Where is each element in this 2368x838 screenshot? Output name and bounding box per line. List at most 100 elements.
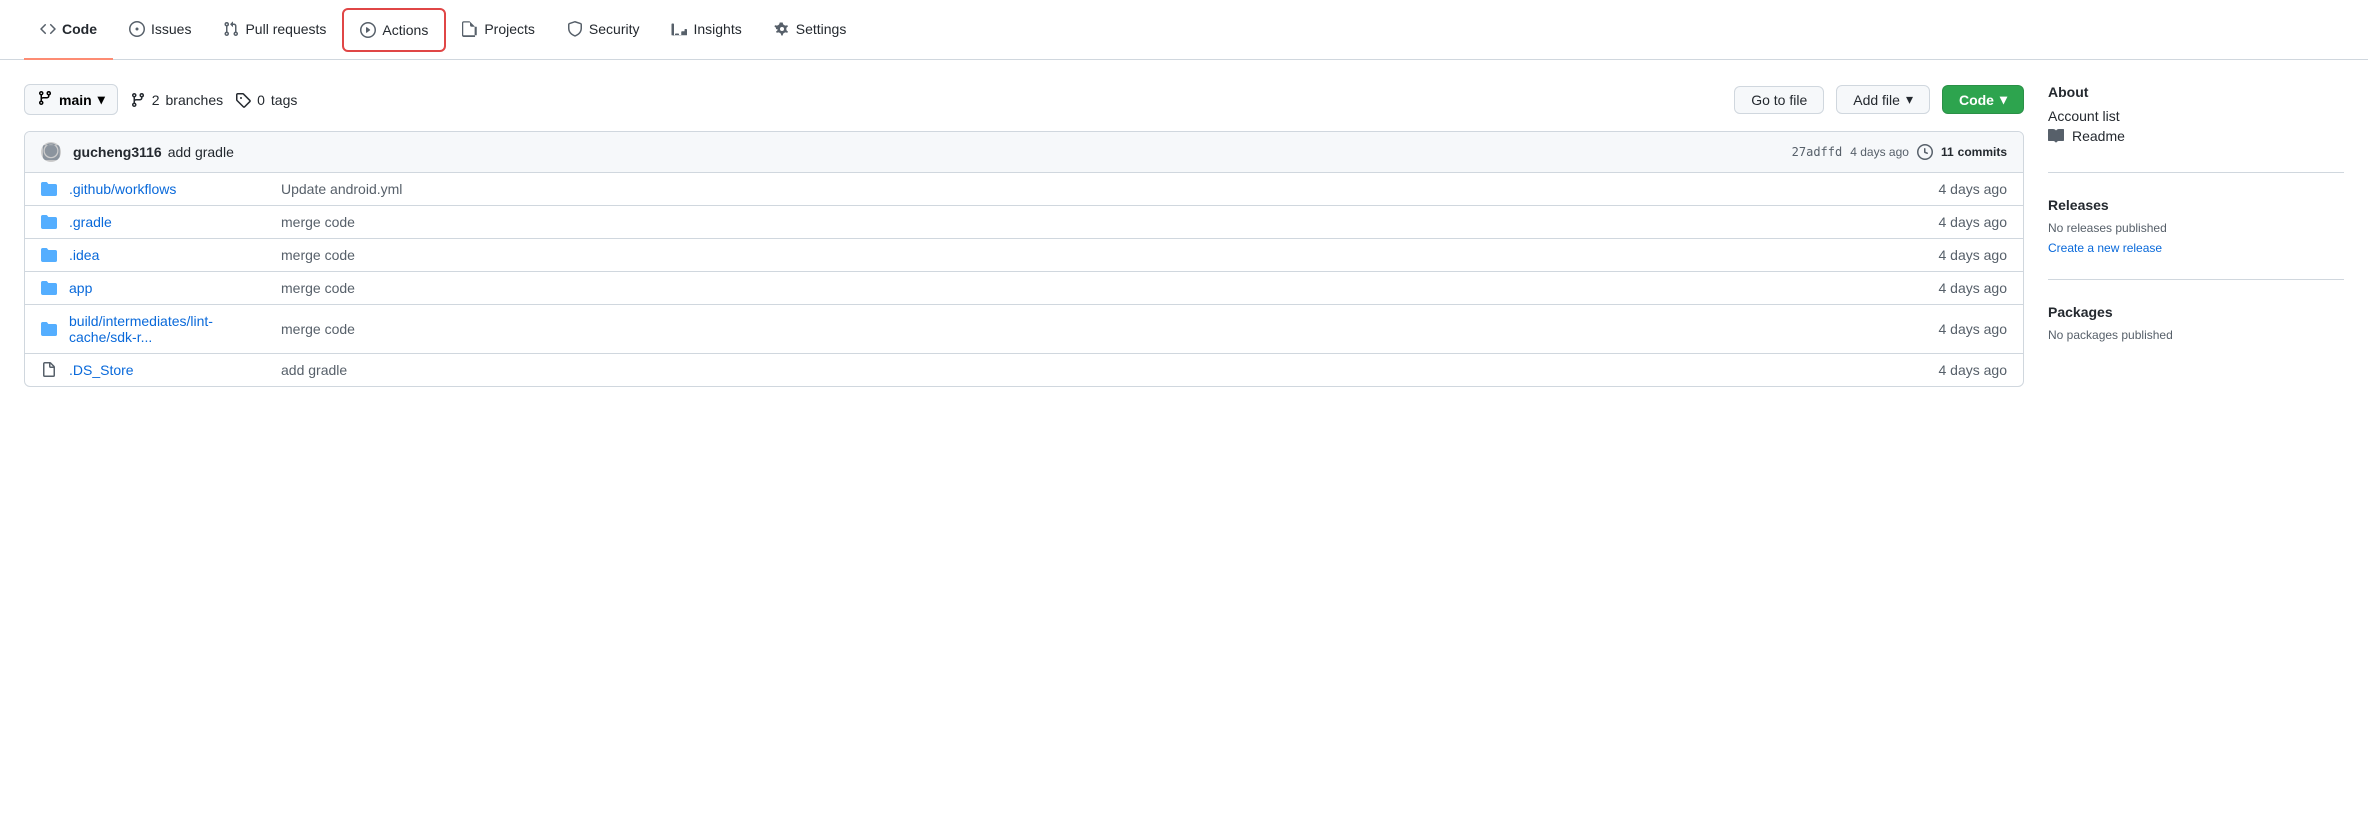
branch-chevron-icon: ▾ [98, 91, 105, 108]
no-packages-text: No packages published [2048, 328, 2344, 342]
nav-item-settings[interactable]: Settings [758, 0, 863, 60]
file-name[interactable]: app [69, 280, 269, 296]
branch-name: main [59, 92, 92, 108]
code-chevron-icon: ▾ [2000, 91, 2007, 108]
nav-item-insights[interactable]: Insights [655, 0, 757, 60]
projects-icon [462, 21, 478, 37]
file-name[interactable]: .github/workflows [69, 181, 269, 197]
nav-label-code: Code [62, 21, 97, 37]
sidebar-releases-section: Releases No releases published Create a … [2048, 197, 2344, 280]
commits-label: commits [1958, 145, 2007, 159]
branches-label: branches [166, 92, 224, 108]
pull-request-icon [223, 21, 239, 37]
insights-icon [671, 21, 687, 37]
table-row: .DS_Store add gradle 4 days ago [25, 354, 2023, 386]
file-rows: .github/workflows Update android.yml 4 day… [25, 173, 2023, 386]
add-file-button[interactable]: Add file ▾ [1836, 85, 1930, 114]
add-file-chevron-icon: ▾ [1906, 91, 1913, 108]
nav-label-projects: Projects [484, 21, 535, 37]
nav-label-pull-requests: Pull requests [245, 21, 326, 37]
file-time: 4 days ago [1939, 362, 2008, 378]
nav-label-insights: Insights [693, 21, 741, 37]
tags-label: tags [271, 92, 297, 108]
table-row: .idea merge code 4 days ago [25, 239, 2023, 272]
folder-icon [41, 280, 57, 296]
commits-link[interactable]: 11 commits [1941, 145, 2007, 159]
file-time: 4 days ago [1939, 321, 2008, 337]
file-name[interactable]: .idea [69, 247, 269, 263]
go-to-file-label: Go to file [1751, 92, 1807, 108]
commit-message: add gradle [168, 144, 234, 160]
nav-item-code[interactable]: Code [24, 0, 113, 60]
branch-icon [37, 90, 53, 109]
actions-icon [360, 22, 376, 38]
commit-info: gucheng3116 add gradle [73, 144, 1780, 160]
code-button[interactable]: Code ▾ [1942, 85, 2024, 114]
nav-item-security[interactable]: Security [551, 0, 656, 60]
file-commit-message: merge code [281, 321, 1927, 337]
code-icon [40, 21, 56, 37]
branch-bar: main ▾ 2 branches 0 tags Go to file [24, 84, 2024, 115]
add-file-label: Add file [1853, 92, 1900, 108]
sidebar: About Account list Readme Releases No re… [2048, 84, 2344, 390]
nav-item-issues[interactable]: Issues [113, 0, 207, 60]
commit-time: 4 days ago [1850, 145, 1909, 159]
top-nav: Code Issues Pull requests Actions [0, 0, 2368, 60]
create-release-link[interactable]: Create a new release [2048, 241, 2162, 255]
releases-title: Releases [2048, 197, 2344, 213]
avatar [41, 142, 61, 162]
nav-label-security: Security [589, 21, 640, 37]
packages-title: Packages [2048, 304, 2344, 320]
tags-link[interactable]: 0 tags [235, 92, 297, 108]
file-commit-message: Update android.yml [281, 181, 1927, 197]
table-row: .github/workflowsUpdate android.yml4 day… [25, 173, 2023, 206]
code-label: Code [1959, 92, 1994, 108]
go-to-file-button[interactable]: Go to file [1734, 86, 1824, 114]
table-row: build/intermediates/lint-cache/sdk-r... m… [25, 305, 2023, 354]
no-releases-text: No releases published [2048, 221, 2344, 235]
folder-icon [41, 181, 57, 197]
sidebar-packages-section: Packages No packages published [2048, 304, 2344, 366]
file-name[interactable]: .gradle [69, 214, 269, 230]
file-commit-message: merge code [281, 214, 1927, 230]
repo-content: main ▾ 2 branches 0 tags Go to file [24, 84, 2024, 390]
readme-row[interactable]: Readme [2048, 128, 2344, 144]
file-time: 4 days ago [1939, 280, 2008, 296]
readme-label: Readme [2072, 128, 2125, 144]
account-list-label: Account list [2048, 108, 2120, 124]
folder-icon [41, 247, 57, 263]
nav-item-projects[interactable]: Projects [446, 0, 551, 60]
file-commit-message: merge code [281, 280, 1927, 296]
file-commit-message: merge code [281, 247, 1927, 263]
file-name[interactable]: build/intermediates/lint-cache/sdk-r... [69, 313, 269, 345]
commit-row: gucheng3116 add gradle 27adffd 4 days ag… [25, 132, 2023, 173]
file-table: gucheng3116 add gradle 27adffd 4 days ag… [24, 131, 2024, 387]
branches-link[interactable]: 2 branches [130, 92, 223, 108]
nav-label-issues: Issues [151, 21, 191, 37]
about-title: About [2048, 84, 2344, 100]
branch-selector[interactable]: main ▾ [24, 84, 118, 115]
file-name[interactable]: .DS_Store [69, 362, 269, 378]
security-icon [567, 21, 583, 37]
account-list-row: Account list [2048, 108, 2344, 124]
commit-hash[interactable]: 27adffd [1792, 145, 1843, 159]
table-row: .gradlemerge code4 days ago [25, 206, 2023, 239]
nav-label-actions: Actions [382, 22, 428, 38]
file-commit-message: add gradle [281, 362, 1927, 378]
main-container: main ▾ 2 branches 0 tags Go to file [0, 60, 2368, 390]
branches-count: 2 [152, 92, 160, 108]
file-time: 4 days ago [1939, 247, 2008, 263]
nav-label-settings: Settings [796, 21, 847, 37]
commit-meta: 27adffd 4 days ago 11 commits [1792, 144, 2007, 160]
issues-icon [129, 21, 145, 37]
nav-item-pull-requests[interactable]: Pull requests [207, 0, 342, 60]
settings-icon [774, 21, 790, 37]
nav-item-actions[interactable]: Actions [342, 8, 446, 52]
commit-author[interactable]: gucheng3116 [73, 144, 162, 160]
tags-count: 0 [257, 92, 265, 108]
file-icon [41, 362, 57, 378]
folder-icon [41, 214, 57, 230]
commits-count: 11 [1941, 145, 1954, 159]
sidebar-about-section: About Account list Readme [2048, 84, 2344, 173]
folder-icon [41, 321, 57, 337]
